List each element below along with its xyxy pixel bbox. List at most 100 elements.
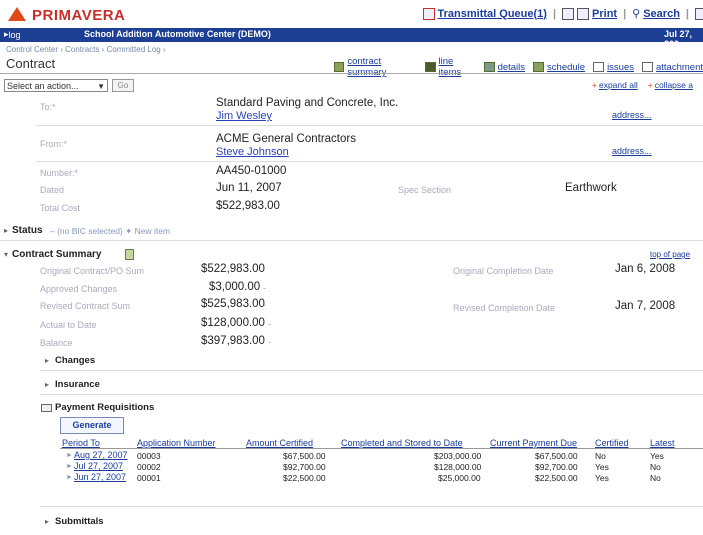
transmittal-queue-link[interactable]: Transmittal Queue(1) [422, 7, 547, 20]
column-current-payment-due[interactable]: Current Payment Due [490, 438, 577, 448]
tab-label: contract summary [347, 56, 386, 78]
column-completed-stored[interactable]: Completed and Stored to Date [341, 438, 463, 448]
from-address-link[interactable]: address... [612, 146, 652, 156]
row-certified: No [595, 451, 606, 461]
changes-heading[interactable]: Changes [55, 355, 95, 366]
to-contact-link[interactable]: Jim Wesley [216, 110, 272, 122]
column-application-number[interactable]: Application Number [137, 438, 216, 448]
status-detail: – (no BIC selected) ✦ New item [50, 226, 171, 236]
actual-to-date-label: Actual to Date [40, 320, 97, 330]
help-icon[interactable] [695, 7, 703, 20]
row-period-link[interactable]: Jul 27, 2007 [74, 461, 123, 471]
tab-schedule[interactable]: schedule [533, 56, 585, 78]
expand-triangle-icon[interactable]: ▸ [45, 356, 49, 365]
column-amount-certified[interactable]: Amount Certified [246, 438, 313, 448]
divider [40, 370, 703, 371]
collapse-all-link[interactable]: + collapse a [648, 80, 693, 90]
divider: | [685, 7, 689, 20]
payment-requisitions-heading[interactable]: Payment Requisitions [55, 402, 154, 413]
top-toolbar: Transmittal Queue(1) | Print | ⚲ Search … [422, 7, 703, 21]
expand-controls: + expand all + collapse a [592, 80, 693, 90]
logout-link[interactable]: ▸ log out [4, 29, 21, 50]
tab-details[interactable]: details [483, 56, 525, 78]
actual-to-date: $128,000.00 [201, 317, 265, 329]
tab-attachment[interactable]: attachment [642, 56, 703, 78]
total-cost-label: Total Cost [40, 203, 81, 213]
row-latest: No [650, 473, 661, 483]
number-label: Number:* [40, 168, 79, 178]
row-marker-icon: ► [66, 474, 73, 481]
dash: - [268, 337, 271, 347]
expand-all-link[interactable]: + expand all [592, 80, 638, 90]
row-payment-due: $67,500.00 [535, 451, 578, 461]
row-marker-icon: ► [66, 463, 73, 470]
spec-section: Earthwork [565, 182, 617, 194]
to-label: To:* [40, 102, 56, 112]
column-period-to[interactable]: Period To [62, 438, 100, 448]
expand-triangle-icon[interactable]: ▸ [45, 380, 49, 389]
row-amount-certified: $22,500.00 [283, 473, 326, 483]
current-date: Jul 27, 200 [664, 29, 693, 49]
collapse-triangle-icon[interactable]: ▾ [4, 250, 8, 259]
breadcrumb[interactable]: Control Center › Contracts › Committed L… [6, 45, 166, 54]
print-link[interactable]: Print [562, 7, 617, 20]
row-app-number: 00001 [137, 473, 161, 483]
expand-triangle-icon[interactable]: ▸ [4, 226, 8, 235]
tab-label: schedule [547, 61, 586, 73]
column-certified[interactable]: Certified [595, 438, 629, 448]
search-link[interactable]: ⚲ Search [632, 7, 680, 21]
expand-triangle-icon[interactable]: ▸ [45, 517, 49, 526]
divider [36, 125, 703, 126]
spec-section-label: Spec Section [398, 185, 452, 195]
transmittal-label: Transmittal Queue(1) [437, 7, 547, 20]
from-contact-link[interactable]: Steve Johnson [216, 146, 289, 158]
document-icon[interactable] [125, 249, 134, 260]
dash: - [263, 300, 266, 310]
summary-icon [334, 62, 345, 72]
approved-changes: $3,000.00 [209, 281, 261, 293]
original-completion-date: Jan 6, 2008 [615, 263, 676, 275]
contract-number: AA450-01000 [216, 165, 287, 177]
payment-requisition-icon[interactable] [41, 404, 52, 412]
print-icon [562, 7, 575, 20]
generate-button[interactable]: Generate [60, 417, 124, 434]
to-company: Standard Paving and Concrete, Inc. [216, 97, 399, 109]
list-icon [425, 62, 436, 72]
row-certified: Yes [595, 473, 609, 483]
tab-contract-summary[interactable]: contract summary [334, 56, 417, 78]
row-period-link[interactable]: Aug 27, 2007 [74, 450, 128, 460]
logo-mark-icon [8, 7, 26, 21]
tab-issues[interactable]: issues [593, 56, 634, 78]
row-period-link[interactable]: Jun 27, 2007 [74, 472, 126, 482]
insurance-heading[interactable]: Insurance [55, 379, 100, 390]
details-icon [483, 62, 495, 72]
submittals-heading[interactable]: Submittals [55, 516, 104, 527]
contract-summary-heading[interactable]: Contract Summary [12, 249, 101, 260]
tab-line-items[interactable]: line items [425, 56, 475, 78]
row-latest: Yes [650, 451, 664, 461]
balance: $397,983.00 [201, 335, 265, 347]
row-app-number: 00002 [137, 462, 161, 472]
project-name: School Addition Automotive Center (DEMO) [84, 29, 271, 39]
revised-completion-label: Revised Completion Date [453, 303, 556, 313]
to-address-link[interactable]: address... [612, 110, 652, 120]
tab-label: attachment [656, 61, 703, 73]
row-marker-icon: ► [66, 452, 73, 459]
top-of-page-link[interactable]: top of page [650, 250, 690, 259]
action-select[interactable]: Select an action... ▼ [4, 79, 108, 92]
status-heading[interactable]: Status [12, 225, 43, 236]
row-payment-due: $92,700.00 [535, 462, 578, 472]
dash: - [263, 283, 266, 293]
tab-label: line items [438, 56, 462, 78]
row-payment-due: $22,500.00 [535, 473, 578, 483]
attachment-icon [642, 62, 653, 72]
row-latest: No [650, 462, 661, 472]
revised-completion-date: Jan 7, 2008 [615, 300, 676, 312]
dash: - [268, 319, 271, 329]
column-latest[interactable]: Latest [650, 438, 675, 448]
top-bar: PRIMAVERA Transmittal Queue(1) | Print |… [0, 0, 703, 28]
print-preview-icon [577, 7, 590, 20]
minus-icon: + [647, 80, 653, 90]
go-button[interactable]: Go [112, 79, 134, 92]
primavera-logo: PRIMAVERA [8, 6, 125, 24]
